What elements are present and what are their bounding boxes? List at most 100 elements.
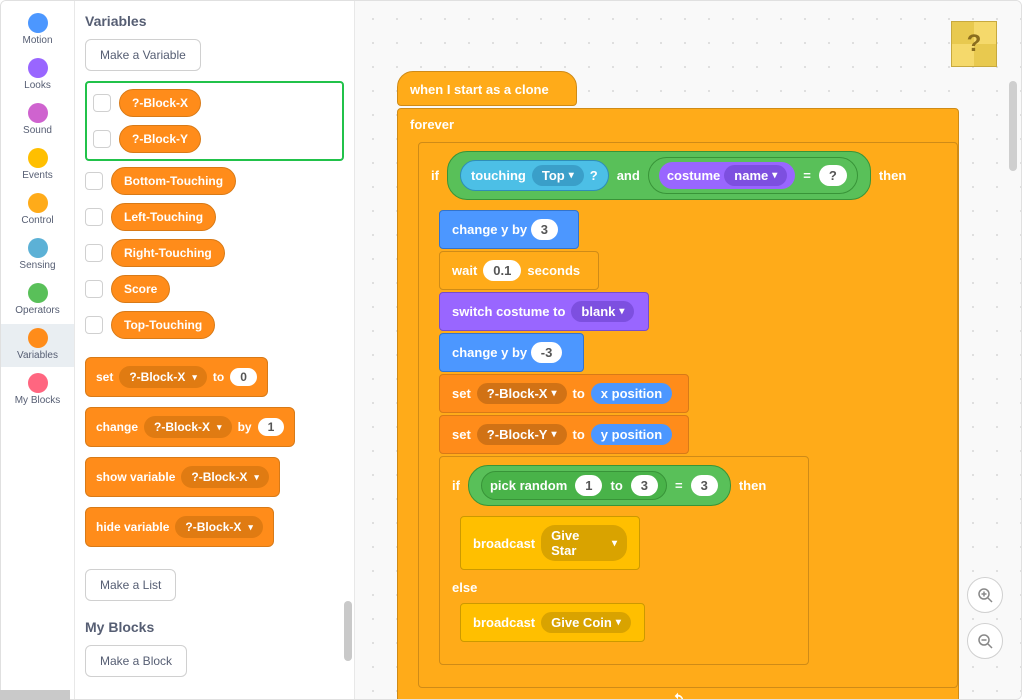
palette-block-set[interactable]: set ?-Block-X to 0	[85, 357, 268, 397]
palette-block-change[interactable]: change ?-Block-X by 1	[85, 407, 295, 447]
touching-label: touching	[471, 168, 526, 183]
setx-var-drop[interactable]: ?-Block-X	[477, 383, 567, 404]
sety-set: set	[452, 427, 471, 442]
switch-costume-block[interactable]: switch costume to blank	[439, 292, 649, 331]
set-to-label: to	[213, 370, 224, 384]
forever-label: forever	[410, 117, 454, 132]
var-pill-bottom[interactable]: Bottom-Touching	[111, 167, 236, 195]
make-block-button[interactable]: Make a Block	[85, 645, 187, 677]
block-palette[interactable]: Variables Make a Variable ?-Block-X ?-Bl…	[75, 1, 355, 699]
and-operator[interactable]: touching Top ? and costume name	[447, 151, 871, 200]
costume-reporter[interactable]: costume name	[659, 162, 795, 189]
broadcast-star[interactable]: broadcast Give Star	[460, 516, 640, 570]
eq-operator-1[interactable]: costume name = ?	[648, 157, 858, 194]
checkbox-top[interactable]	[85, 316, 103, 334]
else-label: else	[440, 574, 808, 601]
touching-q: ?	[590, 168, 598, 183]
set-label: set	[96, 370, 113, 384]
palette-scrollbar[interactable]	[344, 601, 352, 661]
switch-label: switch costume to	[452, 304, 565, 319]
var-row-left: Left-Touching	[85, 203, 344, 231]
cat-events[interactable]: Events	[1, 144, 74, 187]
var-row-score: Score	[85, 275, 344, 303]
bc1-msg-drop[interactable]: Give Star	[541, 525, 627, 561]
checkbox-left[interactable]	[85, 208, 103, 226]
cat-variables[interactable]: Variables	[1, 324, 74, 367]
if-else-block[interactable]: if pick random 1 to 3 =	[439, 456, 809, 665]
zoom-in-button[interactable]	[967, 577, 1003, 613]
myblocks-heading: My Blocks	[85, 619, 344, 635]
pick-random[interactable]: pick random 1 to 3	[481, 471, 667, 500]
make-variable-button[interactable]: Make a Variable	[85, 39, 201, 71]
eq1-right[interactable]: ?	[819, 165, 847, 186]
setx-reporter[interactable]: x position	[591, 383, 672, 404]
changey1-value[interactable]: 3	[531, 219, 558, 240]
show-var-drop[interactable]: ?-Block-X	[181, 466, 269, 488]
workspace-scrollbar[interactable]	[1009, 81, 1017, 171]
checkbox-bottom[interactable]	[85, 172, 103, 190]
cat-looks[interactable]: Looks	[1, 54, 74, 97]
checkbox-block-y[interactable]	[93, 130, 111, 148]
if-block-1[interactable]: if touching Top ? and cos	[418, 142, 958, 688]
var-pill-block-x[interactable]: ?-Block-X	[119, 89, 201, 117]
checkbox-right[interactable]	[85, 244, 103, 262]
eq2-right[interactable]: 3	[691, 475, 718, 496]
pick-to[interactable]: 3	[631, 475, 658, 496]
cat-motion[interactable]: Motion	[1, 9, 74, 52]
wait-block[interactable]: wait 0.1 seconds	[439, 251, 599, 290]
change-y-block-1[interactable]: change y by 3	[439, 210, 579, 249]
pick-to-label: to	[610, 478, 622, 493]
touching-reporter[interactable]: touching Top ?	[460, 160, 609, 191]
scratch-editor: Motion Looks Sound Events Control Sensin…	[0, 0, 1022, 700]
hide-var-drop[interactable]: ?-Block-X	[175, 516, 263, 538]
pick-label: pick random	[490, 478, 567, 493]
checkbox-score[interactable]	[85, 280, 103, 298]
cat-control[interactable]: Control	[1, 189, 74, 232]
bottom-scrollbar[interactable]	[0, 690, 70, 700]
sety-to: to	[573, 427, 585, 442]
zoom-out-button[interactable]	[967, 623, 1003, 659]
make-list-button[interactable]: Make a List	[85, 569, 176, 601]
var-pill-left[interactable]: Left-Touching	[111, 203, 216, 231]
costume-label: costume	[667, 168, 720, 183]
broadcast-coin[interactable]: broadcast Give Coin	[460, 603, 645, 642]
cat-events-label: Events	[22, 170, 53, 181]
wait-value[interactable]: 0.1	[483, 260, 521, 281]
touching-arg-drop[interactable]: Top	[532, 165, 584, 186]
var-pill-score[interactable]: Score	[111, 275, 170, 303]
forever-block[interactable]: forever if touching Top ? and	[397, 108, 959, 699]
var-pill-right[interactable]: Right-Touching	[111, 239, 225, 267]
script-stack[interactable]: when I start as a clone forever if touch…	[397, 71, 959, 699]
cat-sensing[interactable]: Sensing	[1, 234, 74, 277]
checkbox-block-x[interactable]	[93, 94, 111, 112]
palette-block-hide[interactable]: hide variable ?-Block-X	[85, 507, 274, 547]
cat-control-label: Control	[21, 215, 53, 226]
change-var-drop[interactable]: ?-Block-X	[144, 416, 232, 438]
var-pill-top[interactable]: Top-Touching	[111, 311, 215, 339]
set-block-x[interactable]: set ?-Block-X to x position	[439, 374, 689, 413]
costume-arg-drop[interactable]: name	[724, 165, 787, 186]
eq-operator-2[interactable]: pick random 1 to 3 = 3	[468, 465, 731, 506]
sety-var-drop[interactable]: ?-Block-Y	[477, 424, 567, 445]
workspace[interactable]: ? when I start as a clone forever if tou…	[355, 1, 1021, 699]
set-var-drop[interactable]: ?-Block-X	[119, 366, 207, 388]
switch-costume-drop[interactable]: blank	[571, 301, 634, 322]
set-value-input[interactable]: 0	[230, 368, 257, 386]
var-row-top: Top-Touching	[85, 311, 344, 339]
cat-sound[interactable]: Sound	[1, 99, 74, 142]
change-value-input[interactable]: 1	[258, 418, 285, 436]
change-y-block-2[interactable]: change y by -3	[439, 333, 584, 372]
set-block-y[interactable]: set ?-Block-Y to y position	[439, 415, 689, 454]
var-pill-block-y[interactable]: ?-Block-Y	[119, 125, 201, 153]
bc2-msg-drop[interactable]: Give Coin	[541, 612, 631, 633]
palette-block-show[interactable]: show variable ?-Block-X	[85, 457, 280, 497]
changey2-value[interactable]: -3	[531, 342, 563, 363]
sprite-thumbnail[interactable]: ?	[951, 21, 997, 67]
bc2-label: broadcast	[473, 615, 535, 630]
cat-myblocks[interactable]: My Blocks	[1, 369, 74, 412]
cat-operators[interactable]: Operators	[1, 279, 74, 322]
hat-block[interactable]: when I start as a clone	[397, 71, 577, 106]
pick-from[interactable]: 1	[575, 475, 602, 496]
sety-reporter[interactable]: y position	[591, 424, 672, 445]
if1-if-label: if	[431, 168, 439, 183]
